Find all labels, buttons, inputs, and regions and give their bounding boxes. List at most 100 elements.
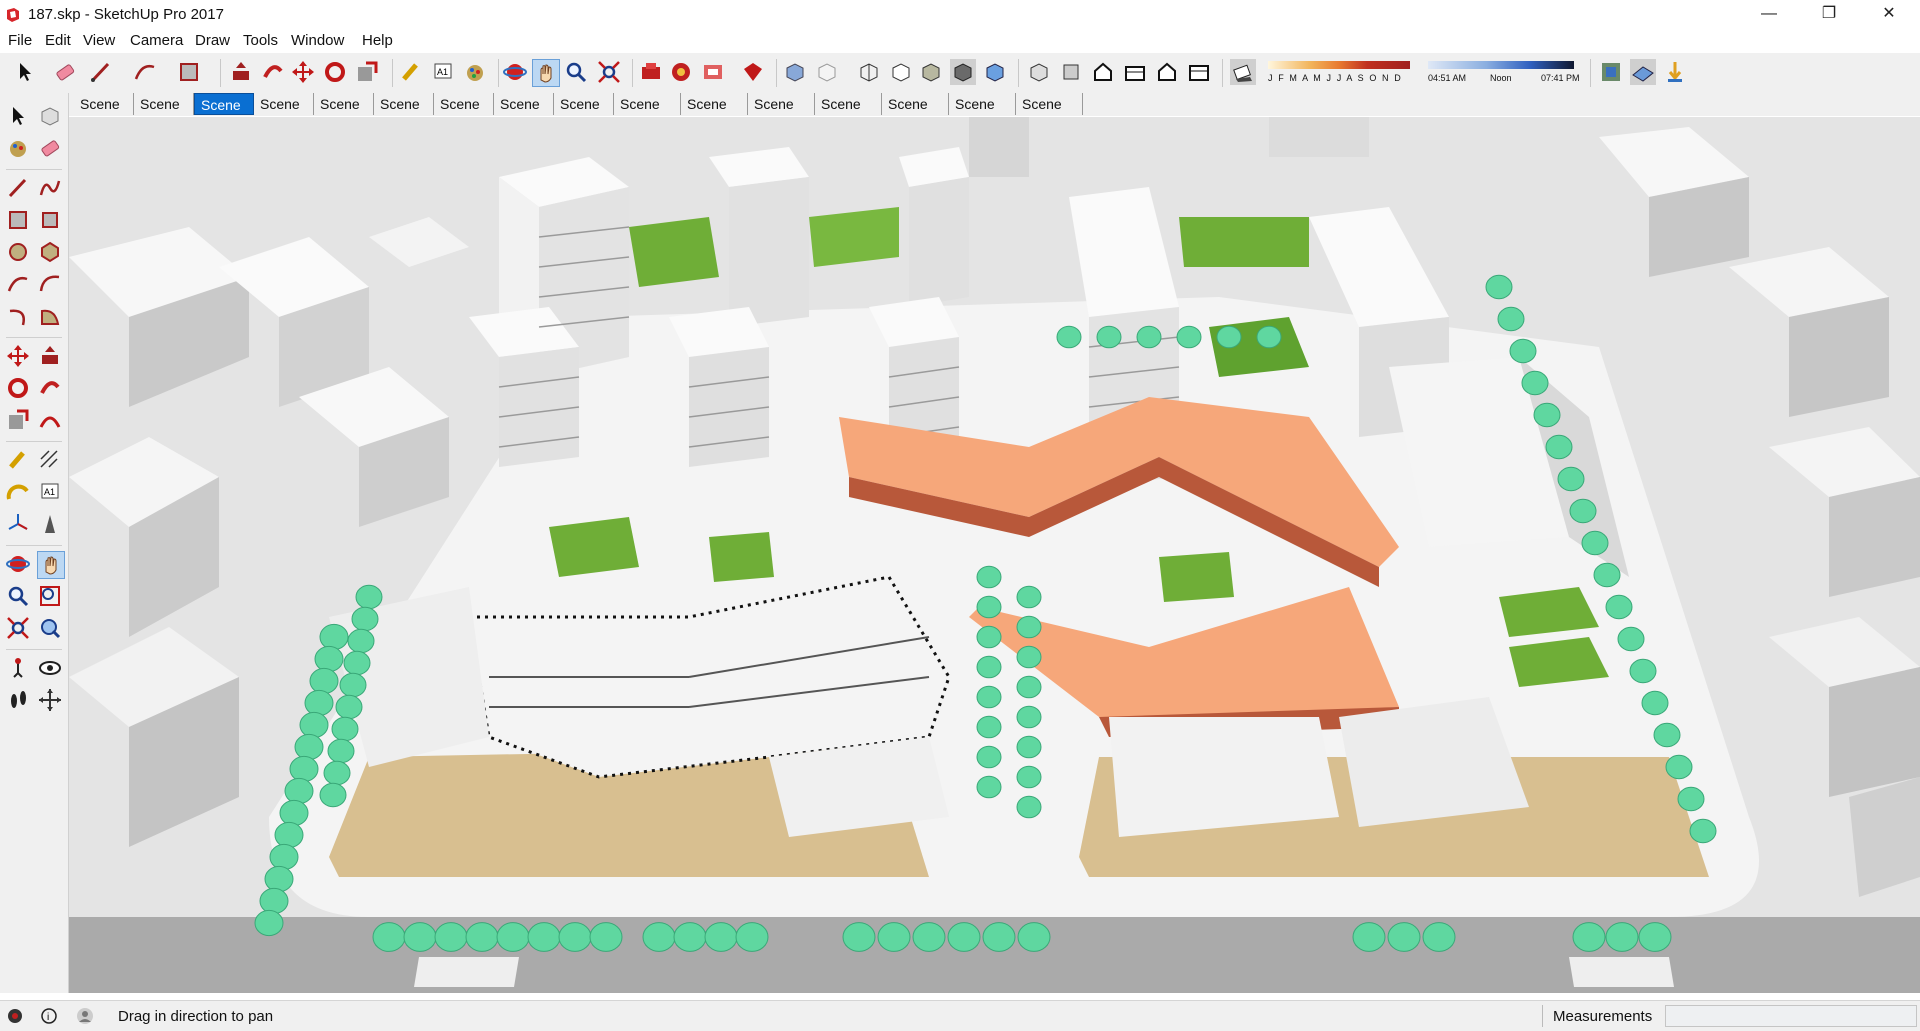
menu-camera[interactable]: Camera <box>130 32 183 49</box>
scene-tab-3[interactable]: Scene 3 <box>194 93 254 135</box>
follow-me-icon[interactable] <box>260 59 286 85</box>
scene-tab-10[interactable]: Scene 10 <box>614 93 681 134</box>
extension-warehouse-icon[interactable] <box>740 59 766 85</box>
line-tool-icon[interactable] <box>5 175 31 201</box>
components-icon[interactable] <box>668 59 694 85</box>
menu-view[interactable]: View <box>83 32 115 49</box>
scene-tab-5[interactable]: Scene 5 <box>314 93 374 134</box>
user-account-icon[interactable] <box>76 1007 94 1025</box>
pie-tool-icon[interactable] <box>37 303 63 329</box>
section-plane-icon[interactable] <box>37 687 63 713</box>
zoom-extents-icon[interactable] <box>596 59 622 85</box>
menu-tools[interactable]: Tools <box>243 32 278 49</box>
protractor-tool-icon[interactable] <box>5 479 31 505</box>
scene-tab-14[interactable]: Scene 14 <box>882 93 949 134</box>
scene-tab-15[interactable]: Scene 15 <box>949 93 1016 134</box>
toggle-terrain-icon[interactable] <box>1630 59 1656 85</box>
rotated-rectangle-icon[interactable] <box>37 207 63 233</box>
text-tool-icon[interactable]: A1 <box>37 479 63 505</box>
share-model-icon[interactable] <box>700 59 726 85</box>
tape-measure-icon[interactable] <box>398 59 424 85</box>
right-view-icon[interactable] <box>1122 59 1148 85</box>
menu-edit[interactable]: Edit <box>45 32 71 49</box>
shadows-toggle-icon[interactable] <box>1230 59 1256 85</box>
walk-tool-icon[interactable] <box>5 687 31 713</box>
close-button[interactable]: ✕ <box>1866 0 1912 30</box>
wireframe-style-icon[interactable] <box>856 59 882 85</box>
polygon-tool-icon[interactable] <box>37 239 63 265</box>
scene-tab-4[interactable]: Scene 4 <box>254 93 314 134</box>
scene-tab-6[interactable]: Scene 6 <box>374 93 434 134</box>
follow-me-icon[interactable] <box>37 375 63 401</box>
make-component-icon[interactable] <box>37 103 63 129</box>
select-tool-icon[interactable] <box>12 59 38 85</box>
shaded-style-icon[interactable] <box>918 59 944 85</box>
warehouse-icon[interactable] <box>638 59 664 85</box>
photo-textures-icon[interactable] <box>1662 59 1688 85</box>
orbit-tool-icon[interactable] <box>5 551 31 577</box>
back-edges-style-icon[interactable] <box>814 59 840 85</box>
menu-draw[interactable]: Draw <box>195 32 230 49</box>
top-view-icon[interactable] <box>1058 59 1084 85</box>
zoom-extents-icon[interactable] <box>5 615 31 641</box>
left-view-icon[interactable] <box>1186 59 1212 85</box>
scene-tab-13[interactable]: Scene 13 <box>815 93 882 134</box>
push-pull-icon[interactable] <box>37 343 63 369</box>
tape-measure-icon[interactable] <box>5 447 31 473</box>
scene-tab-1[interactable]: Scene 1 <box>74 93 134 134</box>
zoom-tool-icon[interactable] <box>5 583 31 609</box>
move-tool-icon[interactable] <box>5 343 31 369</box>
axes-tool-icon[interactable] <box>5 511 31 537</box>
rotate-tool-icon[interactable] <box>5 375 31 401</box>
previous-view-icon[interactable] <box>37 615 63 641</box>
arc-tool-icon[interactable] <box>5 271 31 297</box>
push-pull-icon[interactable] <box>228 59 254 85</box>
offset-tool-icon[interactable] <box>37 407 63 433</box>
xray-style-icon[interactable] <box>782 59 808 85</box>
geolocation-icon[interactable] <box>6 1007 24 1025</box>
credits-info-icon[interactable]: i <box>40 1007 58 1025</box>
select-tool-icon[interactable] <box>5 103 31 129</box>
paint-bucket-icon[interactable] <box>462 59 488 85</box>
maximize-button[interactable]: ❐ <box>1806 0 1852 30</box>
three-point-arc-icon[interactable] <box>5 303 31 329</box>
scene-tab-11[interactable]: Scene 11 <box>681 93 748 134</box>
modeling-viewport[interactable] <box>69 117 1920 993</box>
scene-tab-9[interactable]: Scene 9 <box>554 93 614 134</box>
shadow-month-slider[interactable] <box>1268 61 1410 69</box>
paint-bucket-icon[interactable] <box>5 135 31 161</box>
orbit-tool-icon[interactable] <box>502 59 528 85</box>
scene-tab-12[interactable]: Scene 12 <box>748 93 815 134</box>
position-camera-icon[interactable] <box>5 655 31 681</box>
freehand-tool-icon[interactable] <box>37 175 63 201</box>
scene-tab-7[interactable]: Scene 7 <box>434 93 494 134</box>
pan-tool-icon[interactable] <box>37 551 65 579</box>
measurements-input[interactable] <box>1665 1005 1917 1027</box>
scale-tool-icon[interactable] <box>354 59 380 85</box>
menu-window[interactable]: Window <box>291 32 344 49</box>
rectangle-tool-icon[interactable] <box>5 207 31 233</box>
dimension-tool-icon[interactable] <box>37 447 63 473</box>
scene-tab-16[interactable]: Scene 16 <box>1016 93 1083 134</box>
shape-tool-icon[interactable] <box>176 59 202 85</box>
rotate-tool-icon[interactable] <box>322 59 348 85</box>
hidden-line-style-icon[interactable] <box>888 59 914 85</box>
circle-tool-icon[interactable] <box>5 239 31 265</box>
shadow-time-slider[interactable] <box>1428 61 1574 69</box>
pan-tool-icon[interactable] <box>532 59 560 87</box>
minimize-button[interactable]: — <box>1746 0 1792 30</box>
iso-view-icon[interactable] <box>1026 59 1052 85</box>
line-tool-icon[interactable] <box>88 59 114 85</box>
menu-help[interactable]: Help <box>362 32 393 49</box>
eraser-tool-icon[interactable] <box>37 135 63 161</box>
two-point-arc-icon[interactable] <box>37 271 63 297</box>
monochrome-style-icon[interactable] <box>982 59 1008 85</box>
scene-tab-8[interactable]: Scene 8 <box>494 93 554 134</box>
front-view-icon[interactable] <box>1090 59 1116 85</box>
arc-tool-icon[interactable] <box>132 59 158 85</box>
scene-tab-2[interactable]: Scene 2 <box>134 93 194 134</box>
look-around-icon[interactable] <box>37 655 63 681</box>
back-view-icon[interactable] <box>1154 59 1180 85</box>
menu-file[interactable]: File <box>8 32 32 49</box>
text-tool-icon[interactable]: A1 <box>430 59 456 85</box>
